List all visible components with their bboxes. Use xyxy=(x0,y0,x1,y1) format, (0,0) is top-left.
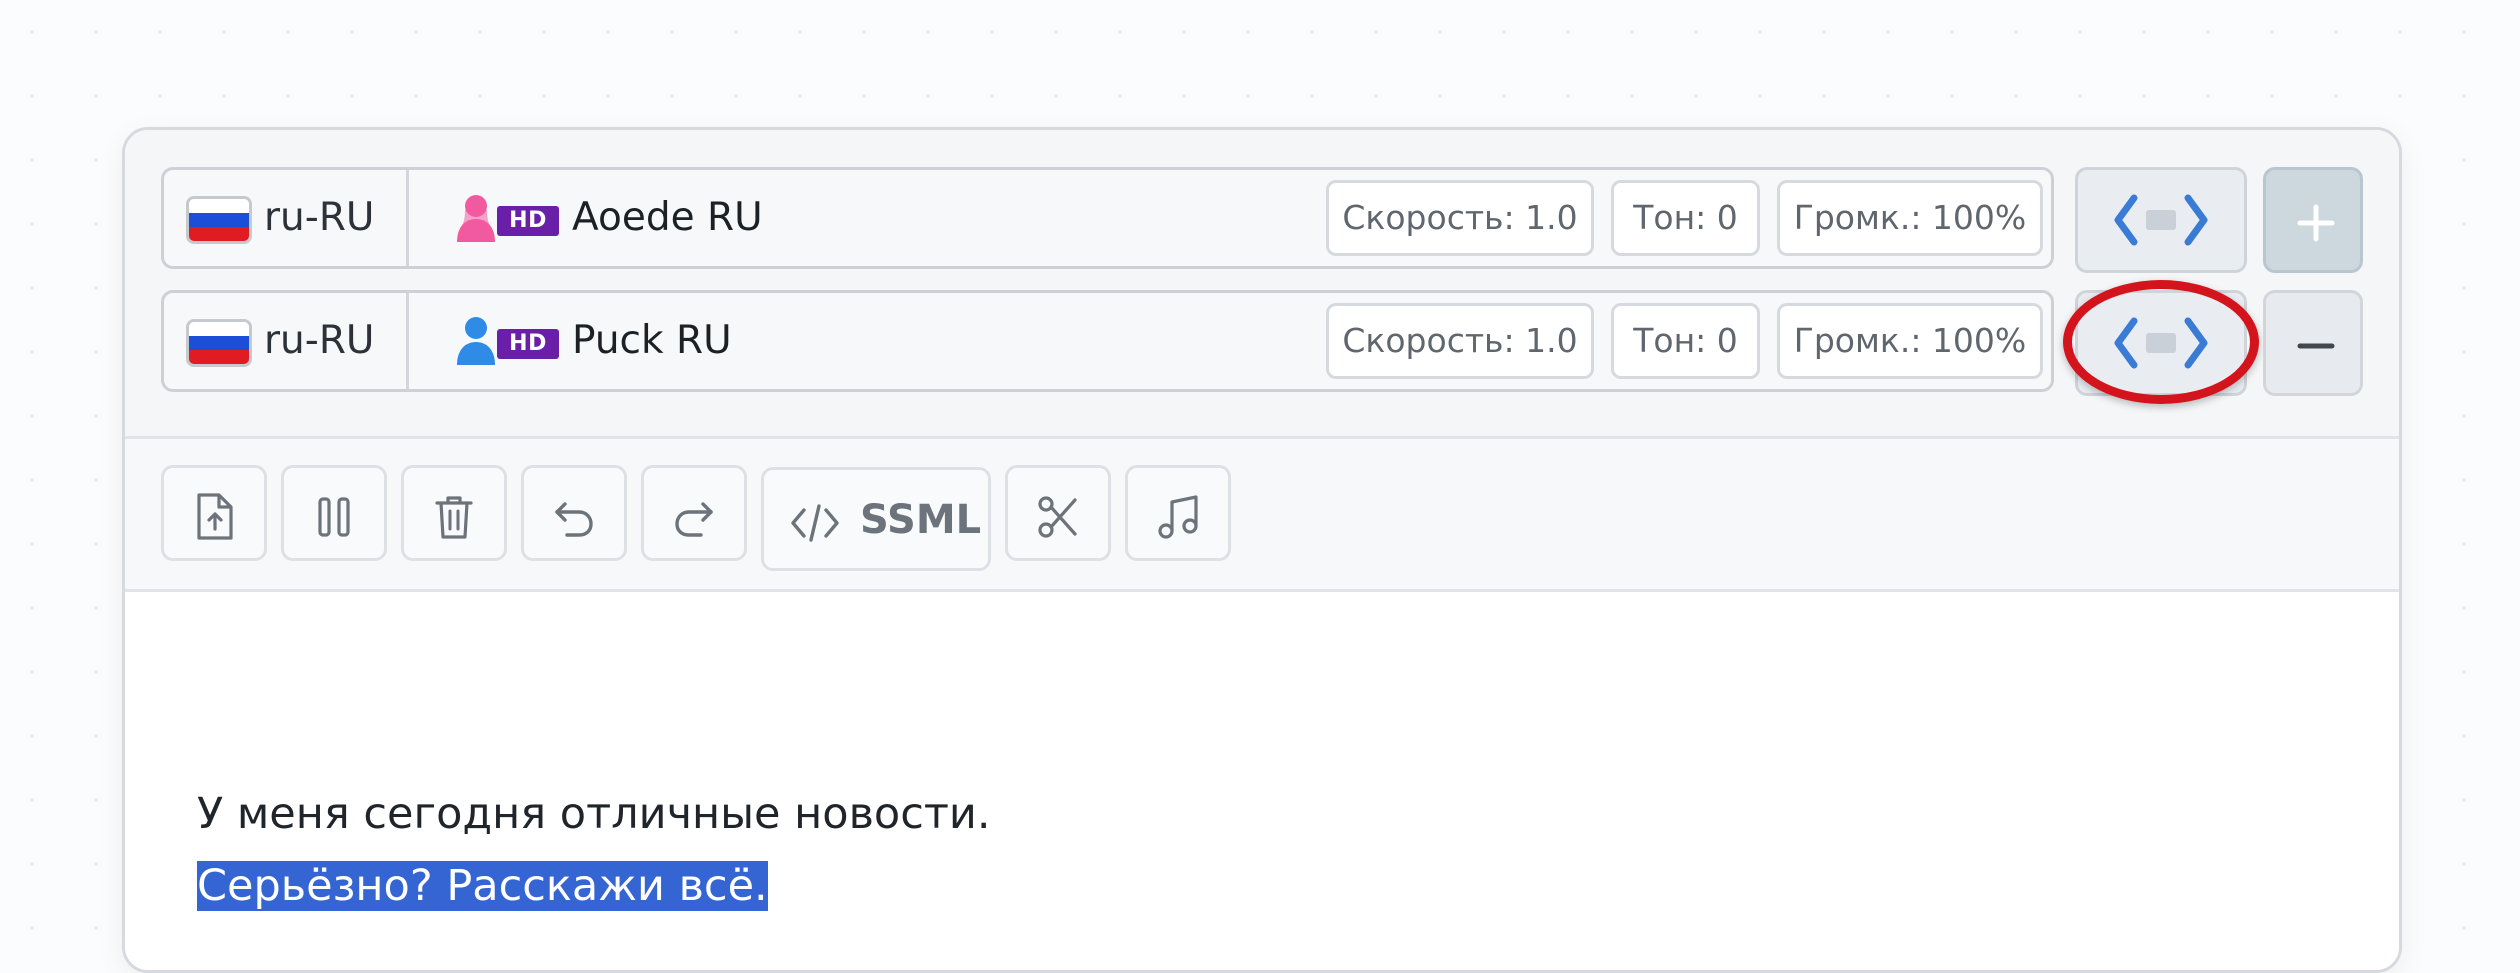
redo-button[interactable] xyxy=(641,465,747,561)
cut-button[interactable] xyxy=(1005,465,1111,561)
delete-button[interactable] xyxy=(401,465,507,561)
music-note-icon xyxy=(1158,495,1198,539)
undo-button[interactable] xyxy=(521,465,627,561)
minus-icon xyxy=(2297,343,2335,349)
redo-icon xyxy=(675,502,713,537)
code-icon xyxy=(791,504,839,542)
speed-control[interactable]: Скорость: 1.0 xyxy=(1326,180,1594,256)
language-code: ru-RU xyxy=(264,318,375,363)
voice-name[interactable]: Aoede RU xyxy=(572,194,763,242)
music-button[interactable] xyxy=(1125,465,1231,561)
voice-name[interactable]: Puck RU xyxy=(572,317,732,365)
code-brackets-icon xyxy=(2114,194,2208,246)
tts-editor-card: ru-RU HD Aoede RU Скорость: 1.0 Тон: 0 Г… xyxy=(122,127,2402,973)
scissors-icon xyxy=(1038,496,1077,538)
ssml-button[interactable]: SSML xyxy=(761,467,991,571)
code-brackets-icon xyxy=(2114,317,2208,369)
undo-icon xyxy=(555,502,593,537)
pause-icon xyxy=(318,497,350,537)
plus-icon xyxy=(2297,204,2335,242)
language-selector[interactable]: ru-RU xyxy=(164,293,409,389)
editor-line[interactable]: У меня сегодня отличные новости. xyxy=(197,778,991,850)
voice-row[interactable]: ru-RU HD Aoede RU Скорость: 1.0 Тон: 0 Г… xyxy=(161,167,2054,269)
selected-text: Серьёзно? Расскажи всё. xyxy=(197,861,768,911)
upload-file-button[interactable] xyxy=(161,465,267,561)
voice-code-button[interactable] xyxy=(2075,290,2247,396)
text-editor[interactable]: У меня сегодня отличные новости. Серьёзн… xyxy=(125,592,2399,970)
voice-code-button[interactable] xyxy=(2075,167,2247,273)
russia-flag-icon xyxy=(186,196,252,244)
hd-badge: HD xyxy=(497,329,559,359)
female-person-icon xyxy=(457,195,495,242)
editor-line-text: У меня сегодня отличные новости. xyxy=(197,789,991,839)
male-person-icon xyxy=(457,317,495,365)
language-selector[interactable]: ru-RU xyxy=(164,170,409,266)
pitch-control[interactable]: Тон: 0 xyxy=(1611,303,1760,379)
language-code: ru-RU xyxy=(264,195,375,240)
volume-control[interactable]: Громк.: 100% xyxy=(1777,180,2043,256)
pitch-control[interactable]: Тон: 0 xyxy=(1611,180,1760,256)
speed-control[interactable]: Скорость: 1.0 xyxy=(1326,303,1594,379)
editor-line[interactable]: Серьёзно? Расскажи всё. xyxy=(197,850,768,922)
remove-voice-button[interactable] xyxy=(2263,290,2363,396)
hd-badge: HD xyxy=(497,206,559,236)
volume-control[interactable]: Громк.: 100% xyxy=(1777,303,2043,379)
voices-panel: ru-RU HD Aoede RU Скорость: 1.0 Тон: 0 Г… xyxy=(125,130,2399,439)
ssml-label: SSML xyxy=(860,497,982,543)
editor-toolbar: SSML xyxy=(125,439,2399,592)
voice-row[interactable]: ru-RU HD Puck RU Скорость: 1.0 Тон: 0 Гр… xyxy=(161,290,2054,392)
add-voice-button[interactable] xyxy=(2263,167,2363,273)
upload-file-icon xyxy=(197,493,233,540)
trash-icon xyxy=(435,496,473,539)
pause-button[interactable] xyxy=(281,465,387,561)
russia-flag-icon xyxy=(186,319,252,367)
